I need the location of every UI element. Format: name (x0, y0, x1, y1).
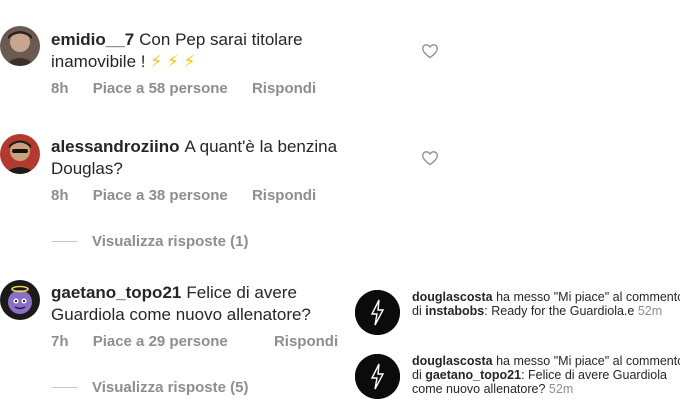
comment-time: 7h (51, 333, 69, 350)
likes-count[interactable]: Piace a 29 persone (93, 333, 228, 350)
notification-text: douglascosta ha messo "Mi piace" al comm… (412, 290, 680, 318)
brand-avatar[interactable] (355, 290, 400, 335)
comment-meta: 8h Piace a 38 persone Rispondi (51, 187, 336, 204)
likes-count[interactable]: Piace a 38 persone (93, 187, 228, 204)
view-replies-label[interactable]: Visualizza risposte (1) (92, 233, 248, 250)
view-replies-button[interactable]: Visualizza risposte (5) (52, 379, 248, 396)
notification-target-user[interactable]: gaetano_topo21 (425, 368, 521, 382)
comment-meta: 7h Piace a 29 persone Rispondi (51, 333, 358, 350)
heart-icon[interactable] (421, 43, 439, 59)
heart-icon[interactable] (421, 150, 439, 166)
comment-time: 8h (51, 80, 69, 97)
reply-button[interactable]: Rispondi (274, 333, 338, 350)
view-replies-button[interactable]: Visualizza risposte (1) (52, 233, 248, 250)
notification-time: 52m (637, 304, 663, 318)
lightning-logo-icon (355, 354, 400, 399)
comment-time: 8h (51, 187, 69, 204)
brand-avatar[interactable] (355, 354, 400, 399)
comment-username[interactable]: gaetano_topo21 (51, 283, 181, 302)
view-replies-label[interactable]: Visualizza risposte (5) (92, 379, 248, 396)
notification-username[interactable]: douglascosta (412, 290, 493, 304)
notification-text: douglascosta ha messo "Mi piace" al comm… (412, 354, 680, 396)
comment-text: alessandroziino A quant'è la benzina Doug… (51, 136, 381, 180)
avatar[interactable] (0, 26, 40, 66)
lightning-logo-icon (355, 290, 400, 335)
notification-time: 52m (548, 382, 574, 396)
notification-username[interactable]: douglascosta (412, 354, 493, 368)
comment-text: emidio__7 Con Pep sarai titolare inamovib… (51, 29, 381, 73)
comment-username[interactable]: emidio__7 (51, 30, 134, 49)
notification-target-user[interactable]: instabobs (425, 304, 484, 318)
avatar[interactable] (0, 134, 40, 174)
divider-line (52, 387, 78, 388)
reply-button[interactable]: Rispondi (252, 80, 316, 97)
reply-button[interactable]: Rispondi (252, 187, 316, 204)
comment-meta: 8h Piace a 58 persone Rispondi (51, 80, 336, 97)
avatar[interactable] (0, 280, 40, 320)
likes-count[interactable]: Piace a 58 persone (93, 80, 228, 97)
comment-username[interactable]: alessandroziino (51, 137, 179, 156)
notification-quote: : Ready for the Guardiola.e (484, 304, 635, 318)
divider-line (52, 241, 78, 242)
lightning-emoji: ⚡ ⚡ ⚡ (150, 52, 196, 71)
comment-text: gaetano_topo21 Felice di avere Guardiola … (51, 282, 361, 326)
